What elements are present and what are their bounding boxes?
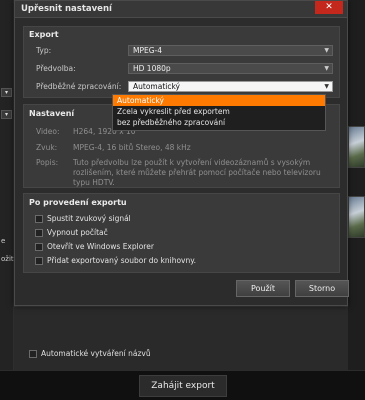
advanced-settings-dialog: Upřesnit nastavení ✕ Export Typ: MPEG-4 …	[14, 0, 349, 306]
start-export-button[interactable]: Zahájit export	[139, 375, 227, 397]
checkbox[interactable]	[35, 256, 43, 265]
description-text: Tuto předvolbu lze použít k vytvoření vi…	[73, 158, 321, 187]
dropdown-option-full-render[interactable]: Zcela vykreslit před exportem	[113, 106, 325, 117]
dialog-titlebar: Upřesnit nastavení ✕	[15, 1, 347, 18]
background-text-fragment: ožit	[1, 255, 14, 263]
close-icon[interactable]: ✕	[325, 2, 333, 12]
dropdown-arrow-icon[interactable]: ▾	[1, 88, 12, 97]
type-value: MPEG-4	[133, 46, 163, 55]
option-label: Přidat exportovaný soubor do knihovny.	[47, 256, 197, 265]
chevron-down-icon: ▼	[324, 47, 329, 54]
auto-naming-option[interactable]: Automatické vytváření názvů	[29, 349, 151, 358]
checkbox[interactable]	[35, 214, 43, 223]
type-select[interactable]: MPEG-4 ▼	[128, 45, 333, 56]
audio-label: Zvuk:	[36, 143, 58, 152]
after-export-heading: Po provedení exportu	[29, 198, 127, 207]
export-panel: Export Typ: MPEG-4 ▼ Předvolba: HD 1080p…	[23, 26, 340, 98]
description-label: Popis:	[36, 158, 59, 167]
option-label: Spustit zvukový signál	[47, 214, 131, 223]
checkbox[interactable]	[35, 242, 43, 251]
settings-heading: Nastavení	[29, 109, 75, 118]
prerender-dropdown-list: Automatický Zcela vykreslit před exporte…	[112, 94, 326, 131]
dropdown-option-none[interactable]: bez předběžného zpracování	[113, 117, 325, 128]
background-thumbnail[interactable]	[348, 196, 365, 238]
after-option-sound[interactable]: Spustit zvukový signál	[35, 214, 131, 223]
video-label: Video:	[36, 127, 60, 136]
after-option-library[interactable]: Přidat exportovaný soubor do knihovny.	[35, 256, 196, 265]
background-text-fragment: e	[1, 237, 6, 245]
option-label: Otevřít ve Windows Explorer	[47, 242, 154, 251]
prerender-label: Předběžné zpracování:	[36, 82, 122, 91]
chevron-down-icon: ▼	[324, 83, 329, 90]
preset-value: HD 1080p	[133, 64, 171, 73]
option-label: Vypnout počítač	[47, 228, 108, 237]
export-heading: Export	[29, 30, 59, 39]
preset-select[interactable]: HD 1080p ▼	[128, 63, 333, 74]
close-button[interactable]: ✕	[315, 1, 343, 14]
prerender-value: Automatický	[133, 82, 180, 91]
apply-button[interactable]: Použít	[236, 280, 290, 297]
audio-value: MPEG-4, 16 bitů Stereo, 48 kHz	[73, 143, 191, 152]
chevron-down-icon: ▼	[324, 65, 329, 72]
after-option-shutdown[interactable]: Vypnout počítač	[35, 228, 108, 237]
dropdown-arrow-icon[interactable]: ▾	[1, 110, 12, 119]
checkbox[interactable]	[35, 228, 43, 237]
background-lower-area	[14, 306, 348, 370]
preset-label: Předvolba:	[36, 64, 76, 73]
dialog-title: Upřesnit nastavení	[21, 4, 112, 14]
after-option-explorer[interactable]: Otevřít ve Windows Explorer	[35, 242, 154, 251]
background-left-panel: ▾ ▾ e ožit	[0, 0, 14, 370]
prerender-select[interactable]: Automatický ▼	[128, 81, 333, 92]
dropdown-option-auto[interactable]: Automatický	[113, 95, 325, 106]
type-label: Typ:	[36, 46, 52, 55]
cancel-button[interactable]: Storno	[295, 280, 349, 297]
bottom-bar: Zahájit export	[0, 370, 365, 400]
background-thumbnail[interactable]	[348, 126, 365, 168]
background-right-panel	[348, 0, 365, 370]
after-export-panel: Po provedení exportu Spustit zvukový sig…	[23, 193, 340, 273]
auto-naming-label: Automatické vytváření názvů	[41, 349, 151, 358]
auto-naming-checkbox[interactable]	[29, 349, 37, 358]
